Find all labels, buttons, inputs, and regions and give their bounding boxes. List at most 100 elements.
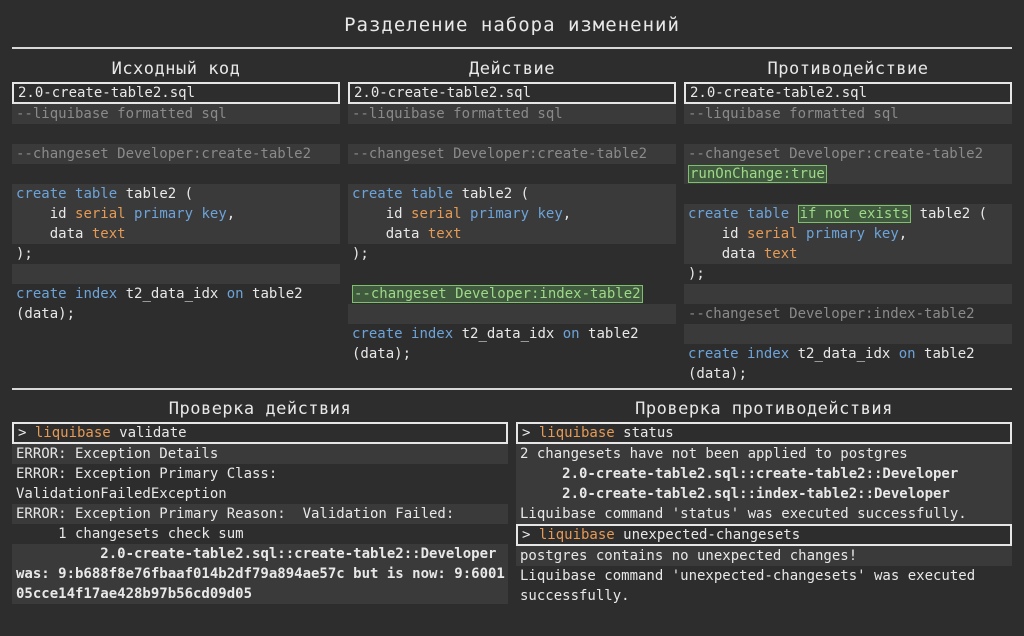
code-line: data text (12, 224, 340, 244)
code-text: data (688, 246, 764, 262)
filename-box: 2.0-create-table2.sql (684, 82, 1012, 104)
output-line: ERROR: Exception Primary Class: (16, 466, 278, 482)
prompt-symbol: > (18, 425, 35, 441)
column-heading: Противодействие (767, 59, 929, 79)
code-text: table2 (579, 326, 639, 342)
column-counter: Противодействие 2.0-create-table2.sql --… (684, 58, 1012, 384)
code-line: --liquibase formatted sql (348, 104, 676, 124)
keyword: primary key (134, 206, 227, 222)
panel-status: Проверка противодействия > liquibase sta… (516, 398, 1012, 606)
code-text: , (562, 206, 572, 222)
keyword: index (75, 286, 118, 302)
keyword: on (226, 286, 244, 302)
prompt-symbol: > (522, 527, 539, 543)
command-text: validate (110, 425, 187, 441)
terminal-command: > liquibase status (516, 422, 1012, 444)
output-line: 2.0-create-table2.sql::create-table2::De… (516, 464, 1012, 484)
panel-validate: Проверка действия > liquibase validate E… (12, 398, 508, 604)
keyword: create (16, 186, 67, 202)
code-text: table2 ( (453, 186, 530, 202)
type-token: serial (75, 206, 126, 222)
code-line: --changeset Developer:index-table2 (688, 306, 975, 322)
output-line: postgres contains no unexpected changes! (516, 546, 1012, 566)
keyword: create (352, 186, 403, 202)
keyword: primary key (806, 226, 899, 242)
code-text: id (688, 226, 748, 242)
type-token: serial (747, 226, 798, 242)
code-line: (data); (688, 366, 748, 382)
code-text: id (352, 206, 412, 222)
output-line: 2 changesets have not been applied to po… (516, 444, 1012, 464)
command-text: unexpected-changesets (614, 527, 801, 543)
divider-middle (12, 388, 1012, 390)
code-text: , (898, 226, 908, 242)
code-line: id serial primary key, (684, 224, 1012, 244)
keyword: table (747, 206, 790, 222)
column-heading: Исходный код (111, 59, 241, 79)
keyword: create (352, 326, 403, 342)
code-line: runOnChange:true (684, 164, 1012, 184)
type-token: text (427, 226, 462, 242)
panel-heading: Проверка противодействия (635, 399, 893, 419)
code-text: id (16, 206, 76, 222)
code-text: t2_data_idx (789, 346, 899, 362)
type-token: serial (411, 206, 462, 222)
filename-box: 2.0-create-table2.sql (12, 82, 340, 104)
code-line: data text (348, 224, 676, 244)
code-line: id serial primary key, (12, 204, 340, 224)
output-line: 1 changesets check sum (16, 526, 244, 542)
highlight-added-changeset: --changeset Developer:index-table2 (352, 285, 643, 303)
terminal-command: > liquibase validate (12, 422, 508, 444)
code-line-blank (348, 304, 676, 324)
code-text: table2 ( (117, 186, 194, 202)
output-line: 2.0-create-table2.sql::index-table2::Dev… (516, 484, 1012, 504)
output-line: Liquibase command 'status' was executed … (516, 504, 1012, 524)
code-line: create table table2 ( (348, 184, 676, 204)
code-text: table2 (915, 346, 975, 362)
keyword: create (688, 346, 739, 362)
output-line: Liquibase command 'unexpected-changesets… (520, 568, 984, 604)
keyword: table (411, 186, 454, 202)
panel-heading: Проверка действия (168, 399, 352, 419)
code-text: table2 ( (911, 206, 988, 222)
type-token: text (763, 246, 798, 262)
code-line: (data); (16, 306, 76, 322)
liquibase-token: liquibase (538, 527, 615, 543)
output-line: ERROR: Exception Primary Reason: Validat… (12, 504, 508, 524)
command-text: status (614, 425, 674, 441)
output-line-checksum: 2.0-create-table2.sql::create-table2::De… (12, 544, 508, 604)
code-line: (data); (352, 346, 412, 362)
column-action: Действие 2.0-create-table2.sql --liquiba… (348, 58, 676, 364)
column-source: Исходный код 2.0-create-table2.sql --liq… (12, 58, 340, 324)
code-line: --changeset Developer:index-table2 (348, 284, 676, 304)
filename-box: 2.0-create-table2.sql (348, 82, 676, 104)
code-line: ); (352, 246, 369, 262)
code-line: --changeset Developer:create-table2 (348, 144, 676, 164)
code-line: --changeset Developer:create-table2 (12, 144, 340, 164)
code-line: data text (684, 244, 1012, 264)
output-line: ValidationFailedException (16, 486, 227, 502)
keyword: index (411, 326, 454, 342)
code-line-blank (12, 264, 340, 284)
code-line: create index t2_data_idx on table2 (684, 344, 1012, 364)
output-line: ERROR: Exception Details (12, 444, 508, 464)
liquibase-token: liquibase (34, 425, 111, 441)
keyword: primary key (470, 206, 563, 222)
code-line: --liquibase formatted sql (12, 104, 340, 124)
keyword: table (75, 186, 118, 202)
column-heading: Действие (469, 59, 555, 79)
code-line: create table if not exists table2 ( (684, 204, 1012, 224)
code-line: ); (16, 246, 33, 262)
page-title: Разделение набора изменений (344, 14, 680, 36)
divider-top (12, 47, 1012, 49)
keyword: index (747, 346, 790, 362)
code-text: t2_data_idx (117, 286, 227, 302)
code-text: , (226, 206, 236, 222)
